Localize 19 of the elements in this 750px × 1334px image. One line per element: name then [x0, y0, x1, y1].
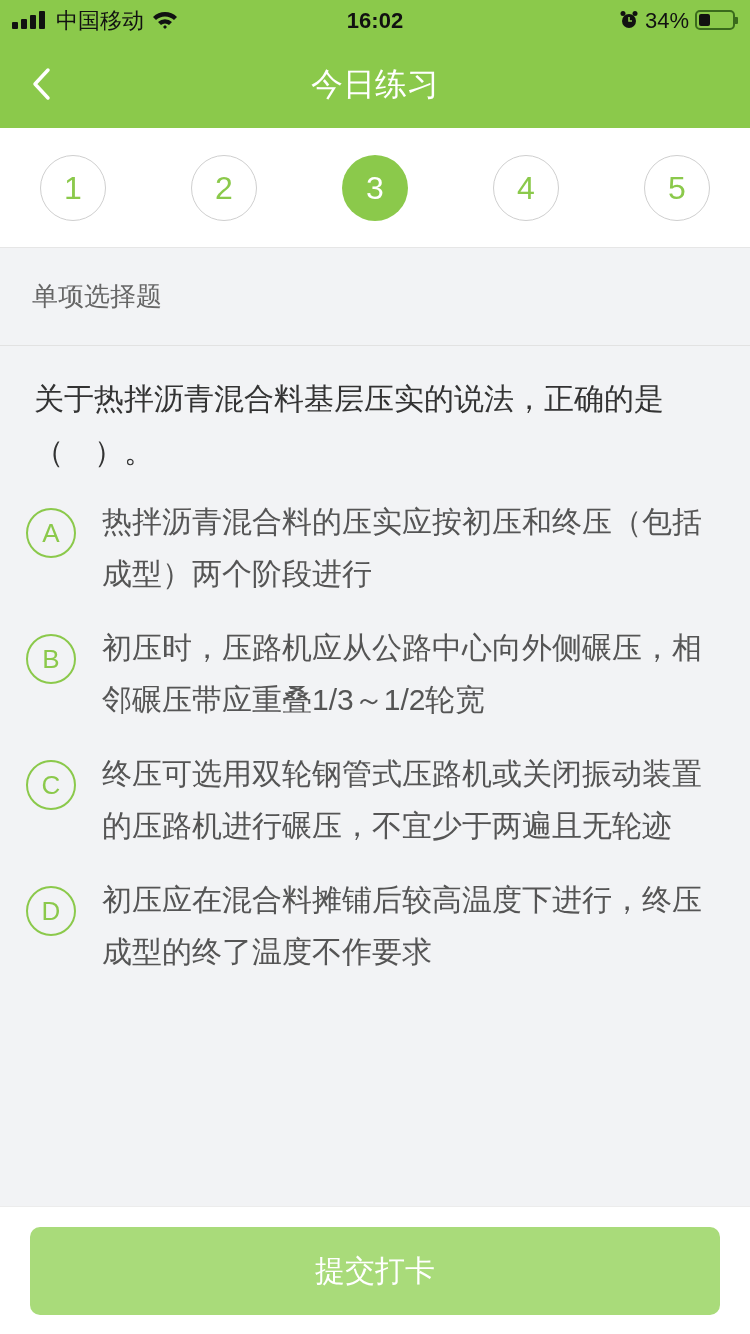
option-letter: C: [26, 760, 76, 810]
signal-icon: [12, 11, 48, 29]
page-title: 今日练习: [311, 65, 439, 104]
question-type: 单项选择题: [32, 280, 162, 313]
question-number-tab[interactable]: 4: [493, 154, 559, 221]
status-time: 16:02: [346, 6, 404, 35]
battery-percent: 34%: [644, 6, 689, 35]
carrier-name: 中国移动: [56, 6, 144, 35]
question-number-tab[interactable]: 3: [342, 154, 408, 221]
alarm-icon: [618, 10, 639, 30]
question-number-tab[interactable]: 2: [191, 154, 257, 221]
option-letter: A: [26, 508, 76, 558]
question-number-tab[interactable]: 5: [644, 154, 710, 221]
battery-icon: [695, 10, 738, 30]
question-text: 关于热拌沥青混合料基层压实的说法，正确的是（ ）。: [33, 381, 665, 470]
question-number-tab[interactable]: 1: [40, 154, 106, 221]
option-letter: B: [26, 634, 76, 684]
option-letter: D: [26, 886, 76, 936]
wifi-icon: [152, 10, 178, 30]
